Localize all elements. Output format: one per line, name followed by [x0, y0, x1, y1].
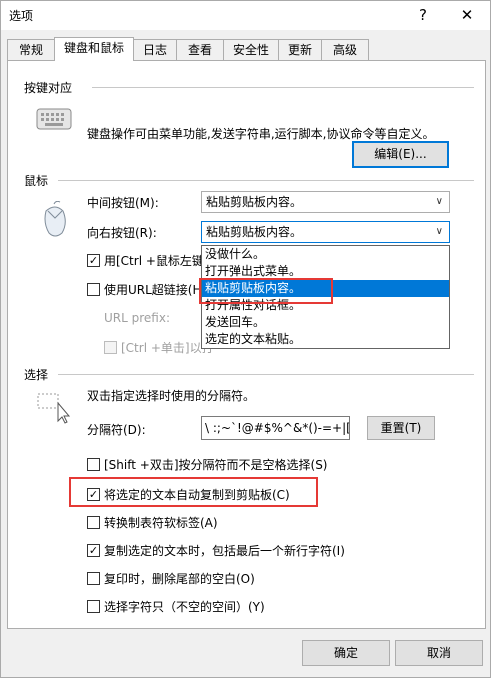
selection-section-title: 选择: [24, 368, 49, 382]
include-newline-label: 复制选定的文本时，包括最后一个新行字符(I): [104, 544, 345, 558]
tab-log[interactable]: 日志: [133, 39, 177, 60]
mouse-divider: [58, 180, 474, 181]
selection-cursor-icon: [37, 393, 71, 424]
chevron-down-icon: ∨: [435, 196, 443, 207]
middle-button-select[interactable]: 粘贴剪贴板内容。 ∨: [201, 191, 450, 213]
url-hyperlink-checkbox[interactable]: [87, 283, 100, 296]
dropdown-option-paste-clipboard[interactable]: 粘贴剪贴板内容。: [202, 280, 449, 297]
tab-advanced[interactable]: 高级: [321, 39, 369, 60]
include-newline-checkbox[interactable]: ✓: [87, 544, 100, 557]
delimiter-input[interactable]: \ :;~`!@#$%^&*()-=+|[: [201, 416, 350, 440]
keyboard-icon: [36, 108, 72, 130]
dropdown-option-nothing[interactable]: 没做什么。: [202, 246, 449, 263]
window-title: 选项: [9, 9, 34, 23]
delimiter-label: 分隔符(D):: [87, 423, 146, 437]
keyboard-description: 键盘操作可由菜单功能,发送字符串,运行脚本,协议命令等自定义。: [87, 127, 435, 141]
convert-tabs-checkbox[interactable]: [87, 516, 100, 529]
trim-trailing-label: 复印时，删除尾部的空白(O): [104, 572, 255, 586]
url-prefix-label: URL prefix:: [104, 311, 170, 325]
right-button-label: 向右按钮(R):: [87, 226, 157, 240]
ctrl-left-label: 用[Ctrl +鼠标左键: [104, 254, 204, 268]
selection-divider: [58, 374, 474, 375]
convert-tabs-label: 转换制表符软标签(A): [104, 516, 218, 530]
reset-delimiter-button[interactable]: 重置(T): [367, 416, 435, 440]
ctrl-click-label: [Ctrl +单击]以打: [121, 341, 214, 355]
select-non-space-label: 选择字符只（不空的空间）(Y): [104, 600, 265, 614]
shift-double-click-label: [Shift +双击]按分隔符而不是空格选择(S): [104, 458, 328, 472]
edit-keymap-button[interactable]: 编辑(E)...: [352, 141, 449, 168]
mouse-icon: [44, 201, 66, 237]
ctrl-click-checkbox[interactable]: [104, 341, 117, 354]
chevron-down-icon: ∨: [435, 226, 443, 237]
tab-security[interactable]: 安全性: [223, 39, 279, 60]
tab-general[interactable]: 常规: [7, 39, 55, 60]
dropdown-option-send-enter[interactable]: 发送回车。: [202, 314, 449, 331]
right-button-value: 粘贴剪贴板内容。: [206, 225, 303, 239]
trim-trailing-checkbox[interactable]: [87, 572, 100, 585]
ok-button[interactable]: 确定: [302, 640, 390, 666]
cancel-button[interactable]: 取消: [395, 640, 483, 666]
middle-button-label: 中间按钮(M):: [87, 196, 159, 210]
url-hyperlink-label: 使用URL超链接(H: [104, 283, 202, 297]
auto-copy-checkbox[interactable]: ✓: [87, 488, 100, 501]
selection-description: 双击指定选择时使用的分隔符。: [87, 389, 256, 403]
right-button-dropdown-list: 没做什么。 打开弹出式菜单。 粘贴剪贴板内容。 打开属性对话框。 发送回车。 选…: [201, 245, 450, 349]
close-button[interactable]: ✕: [445, 1, 489, 30]
auto-copy-label: 将选定的文本自动复制到剪贴板(C): [104, 488, 290, 502]
mouse-section-title: 鼠标: [24, 174, 49, 188]
keyboard-divider: [92, 87, 474, 88]
title-bar: 选项 ? ✕: [1, 1, 490, 30]
tab-keyboard-mouse[interactable]: 键盘和鼠标: [54, 37, 134, 61]
tab-view[interactable]: 查看: [176, 39, 224, 60]
options-dialog: 选项 ? ✕ 常规 键盘和鼠标 日志 查看 安全性 更新 高级 按键对应 键盘操…: [0, 0, 491, 678]
dropdown-option-properties[interactable]: 打开属性对话框。: [202, 297, 449, 314]
ctrl-left-checkbox[interactable]: ✓: [87, 254, 100, 267]
help-button[interactable]: ?: [401, 1, 445, 30]
middle-button-value: 粘贴剪贴板内容。: [206, 195, 303, 209]
tab-update[interactable]: 更新: [278, 39, 322, 60]
keyboard-section-title: 按键对应: [24, 81, 73, 95]
shift-double-click-checkbox[interactable]: [87, 458, 100, 471]
right-button-select[interactable]: 粘贴剪贴板内容。 ∨: [201, 221, 450, 243]
dropdown-option-paste-selection[interactable]: 选定的文本粘贴。: [202, 331, 449, 348]
select-non-space-checkbox[interactable]: [87, 600, 100, 613]
dropdown-option-popup-menu[interactable]: 打开弹出式菜单。: [202, 263, 449, 280]
